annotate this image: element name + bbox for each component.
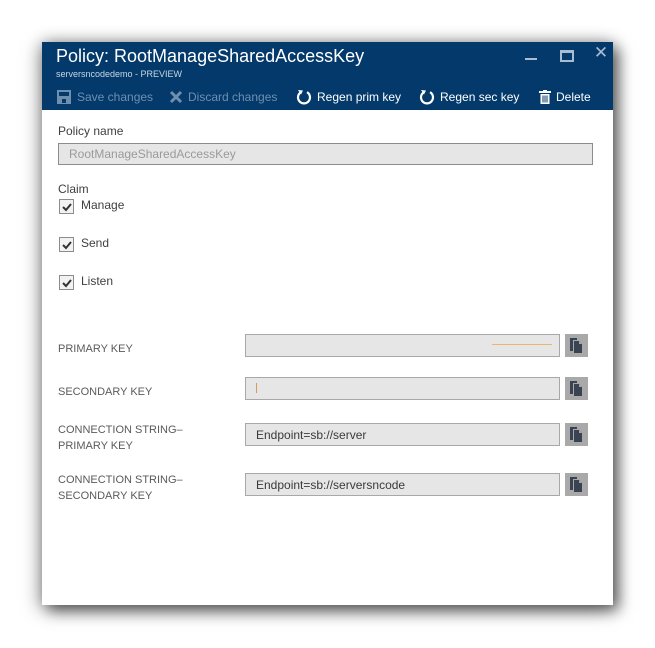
checkmark-icon — [62, 241, 72, 250]
claim-label: Claim — [58, 182, 89, 196]
page-title: Policy: RootManageSharedAccessKey — [56, 46, 365, 66]
refresh-icon — [419, 89, 435, 105]
send-checkbox[interactable] — [59, 237, 74, 252]
checkmark-icon — [62, 279, 72, 288]
close-icon[interactable]: ✕ — [593, 44, 609, 61]
policy-blade: Policy: RootManageSharedAccessKey server… — [42, 42, 613, 605]
connection-string-primary-label-line1: CONNECTION STRING– — [58, 424, 183, 436]
blade-header: Policy: RootManageSharedAccessKey server… — [42, 42, 613, 110]
text-caret — [256, 383, 257, 393]
manage-label: Manage — [81, 198, 125, 212]
save-icon — [56, 89, 72, 105]
regen-secondary-key-label: Regen sec key — [440, 90, 520, 104]
save-changes-label: Save changes — [77, 90, 154, 104]
discard-changes-label: Discard changes — [188, 90, 278, 104]
listen-label: Listen — [81, 274, 114, 288]
policy-name-field[interactable]: RootManageSharedAccessKey — [58, 143, 593, 165]
selection-highlight — [492, 344, 552, 345]
copy-icon — [570, 477, 582, 492]
copy-icon — [570, 338, 582, 353]
copy-icon — [570, 427, 582, 442]
primary-key-field[interactable] — [245, 334, 560, 357]
refresh-icon — [296, 89, 312, 105]
listen-checkbox[interactable] — [59, 275, 74, 290]
connection-string-secondary-label-line2: SECONDARY KEY — [58, 490, 153, 502]
save-changes-button[interactable]: Save changes — [56, 86, 153, 108]
connection-string-secondary-label-line1: CONNECTION STRING– — [58, 474, 183, 486]
primary-key-label-text: PRIMARY KEY — [58, 343, 133, 355]
regen-secondary-key-button[interactable]: Regen sec key — [419, 86, 519, 108]
copy-connection-string-secondary-button[interactable] — [565, 473, 588, 496]
primary-key-label: PRIMARY KEY — [58, 341, 208, 357]
policy-name-value: RootManageSharedAccessKey — [69, 147, 236, 161]
secondary-key-label: SECONDARY KEY — [58, 384, 208, 400]
connection-string-primary-value: Endpoint=sb://server — [256, 427, 367, 442]
copy-primary-key-button[interactable] — [565, 334, 588, 357]
trash-icon — [539, 90, 551, 104]
page-subtitle: serversncodedemo - PREVIEW — [56, 69, 183, 79]
secondary-key-label-text: SECONDARY KEY — [58, 386, 153, 398]
command-bar: Save changes Discard changes Regen prim … — [42, 86, 613, 108]
discard-icon — [169, 90, 183, 104]
connection-string-primary-label-line2: PRIMARY KEY — [58, 440, 133, 452]
copy-icon — [570, 381, 582, 396]
connection-string-secondary-label: CONNECTION STRING– SECONDARY KEY — [58, 472, 208, 504]
maximize-icon[interactable] — [560, 50, 574, 62]
policy-name-label: Policy name — [58, 124, 124, 138]
secondary-key-field[interactable] — [245, 377, 560, 400]
send-label: Send — [81, 236, 110, 250]
connection-string-secondary-field[interactable]: Endpoint=sb://serversncode — [245, 473, 560, 496]
delete-label: Delete — [556, 90, 591, 104]
regen-primary-key-label: Regen prim key — [317, 90, 402, 104]
regen-primary-key-button[interactable]: Regen prim key — [296, 86, 401, 108]
minimize-icon[interactable] — [525, 58, 537, 60]
connection-string-primary-label: CONNECTION STRING– PRIMARY KEY — [58, 422, 208, 454]
copy-connection-string-primary-button[interactable] — [565, 423, 588, 446]
checkmark-icon — [62, 203, 72, 212]
copy-secondary-key-button[interactable] — [565, 377, 588, 400]
connection-string-secondary-value: Endpoint=sb://serversncode — [256, 477, 406, 492]
delete-button[interactable]: Delete — [539, 86, 591, 108]
discard-changes-button[interactable]: Discard changes — [169, 86, 277, 108]
manage-checkbox[interactable] — [59, 199, 74, 214]
connection-string-primary-field[interactable]: Endpoint=sb://server — [245, 423, 560, 446]
